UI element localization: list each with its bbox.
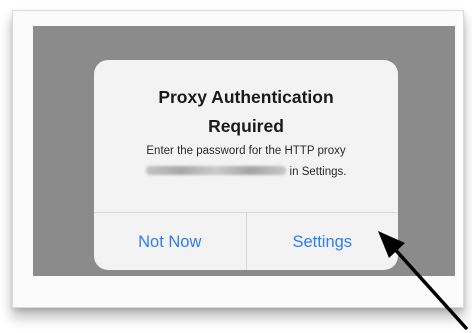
alert-message-suffix: in Settings. <box>289 166 347 178</box>
redacted-proxy-address <box>145 166 286 176</box>
alert-message-line-1: Enter the password for the HTTP proxy <box>146 145 346 157</box>
alert-message: Enter the password for the HTTP proxy in… <box>94 141 398 183</box>
dimmed-screen: Proxy Authentication Required Enter the … <box>33 26 455 276</box>
alert-content: Proxy Authentication Required Enter the … <box>94 60 398 212</box>
proxy-auth-alert: Proxy Authentication Required Enter the … <box>94 60 398 270</box>
not-now-button[interactable]: Not Now <box>94 213 247 270</box>
screenshot-frame: Proxy Authentication Required Enter the … <box>12 10 464 308</box>
alert-title: Proxy Authentication Required <box>158 87 334 136</box>
alert-actions: Not Now Settings <box>94 212 398 270</box>
alert-message-line-2: in Settings. <box>94 162 398 183</box>
settings-button[interactable]: Settings <box>247 213 399 270</box>
